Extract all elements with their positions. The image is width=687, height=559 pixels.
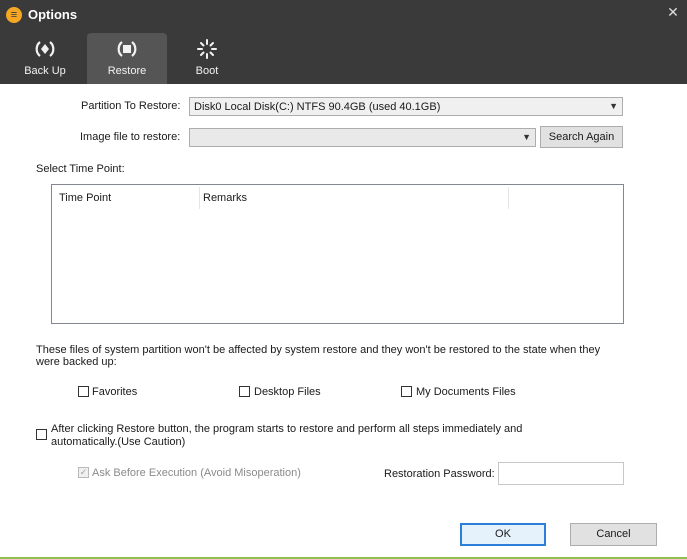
my-documents-checkbox[interactable] <box>401 386 412 397</box>
desktop-files-checkbox[interactable] <box>239 386 250 397</box>
auto-restore-text-line2: automatically.(Use Caution) <box>51 436 186 448</box>
favorites-checkbox[interactable] <box>78 386 89 397</box>
notice-text-line2: were backed up: <box>36 356 117 368</box>
column-header-remarks[interactable]: Remarks <box>197 185 507 209</box>
auto-restore-checkbox[interactable] <box>36 429 47 440</box>
tab-back-up-label: Back Up <box>24 65 66 77</box>
chevron-down-icon: ▼ <box>522 132 531 142</box>
time-point-label: Select Time Point: <box>36 163 125 175</box>
partition-select[interactable]: Disk0 Local Disk(C:) NTFS 90.4GB (used 4… <box>189 97 623 116</box>
window-title: Options <box>28 7 78 22</box>
auto-restore-text-line1: After clicking Restore button, the progr… <box>51 423 523 435</box>
tab-boot-label: Boot <box>195 65 219 77</box>
restore-icon <box>117 41 137 57</box>
ask-before-execution-checkbox[interactable]: ✓ <box>78 467 89 478</box>
restoration-password-label: Restoration Password: <box>384 468 495 480</box>
backup-icon <box>35 41 55 57</box>
partition-label: Partition To Restore: <box>81 100 181 112</box>
my-documents-label: My Documents Files <box>416 386 516 398</box>
partition-value: Disk0 Local Disk(C:) NTFS 90.4GB (used 4… <box>194 101 441 113</box>
ask-before-execution-label: Ask Before Execution (Avoid Misoperation… <box>92 467 301 479</box>
tab-back-up[interactable]: Back Up <box>5 33 85 84</box>
ok-button[interactable]: OK <box>460 523 546 546</box>
favorites-label: Favorites <box>92 386 138 398</box>
options-dialog: ≡ Options ✕ Back Up Restore Boot Partiti… <box>0 0 687 559</box>
column-divider <box>508 187 509 209</box>
image-file-select[interactable]: ▼ <box>189 128 536 147</box>
tab-boot[interactable]: Boot <box>167 33 247 84</box>
close-button[interactable]: ✕ <box>664 3 682 21</box>
chevron-down-icon: ▼ <box>609 101 618 111</box>
image-file-label: Image file to restore: <box>80 131 181 143</box>
boot-icon <box>197 39 217 59</box>
time-point-list[interactable]: Time Point Remarks <box>51 184 624 324</box>
desktop-files-label: Desktop Files <box>254 386 321 398</box>
column-header-time-point[interactable]: Time Point <box>53 185 199 209</box>
cancel-button[interactable]: Cancel <box>570 523 657 546</box>
restoration-password-input[interactable] <box>498 462 624 485</box>
tab-restore-label: Restore <box>107 65 147 77</box>
app-logo-icon: ≡ <box>6 7 22 23</box>
tab-restore[interactable]: Restore <box>87 33 167 84</box>
search-again-button[interactable]: Search Again <box>540 126 623 148</box>
notice-text-line1: These files of system partition won't be… <box>36 344 601 356</box>
title-bar: ≡ Options ✕ Back Up Restore Boot <box>0 0 687 84</box>
